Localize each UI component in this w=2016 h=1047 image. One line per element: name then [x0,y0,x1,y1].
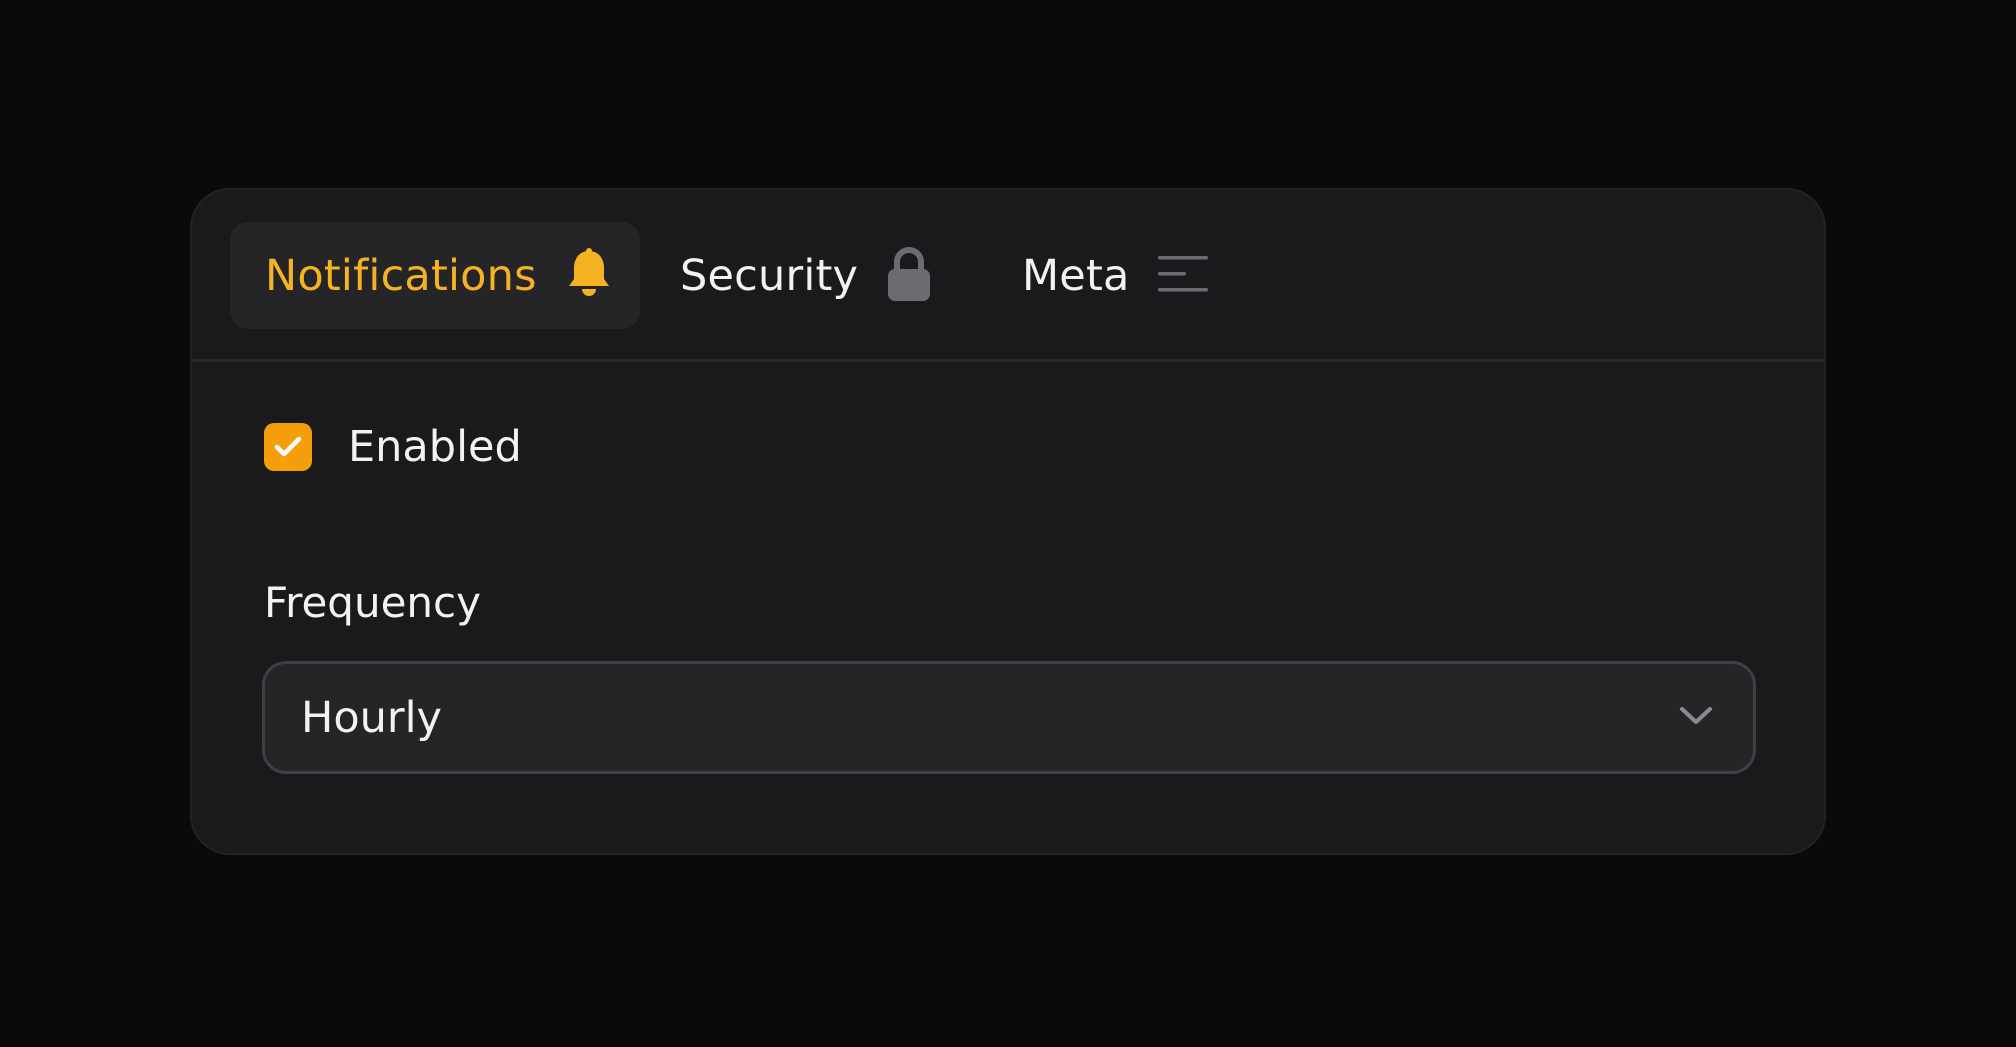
tab-bar: Notifications Security Meta [192,190,1824,362]
enabled-label: Enabled [348,422,522,472]
tab-label: Security [680,250,859,301]
bell-icon [565,247,613,304]
tab-notifications[interactable]: Notifications [230,222,640,329]
tab-meta[interactable]: Meta [1022,222,1252,329]
frequency-label: Frequency [264,578,481,627]
chevron-down-icon [1679,706,1713,730]
menu-lines-icon [1157,254,1208,298]
tab-label: Meta [1022,250,1130,301]
settings-card: Notifications Security Meta Enabled Freq… [190,188,1826,855]
tab-security[interactable]: Security [680,222,960,329]
frequency-select[interactable]: Hourly [262,661,1756,774]
frequency-select-value: Hourly [301,692,442,743]
enabled-checkbox-row[interactable]: Enabled [264,422,522,472]
tab-label: Notifications [265,250,537,301]
check-icon [274,436,302,457]
lock-icon [886,246,932,306]
enabled-checkbox[interactable] [264,423,312,471]
